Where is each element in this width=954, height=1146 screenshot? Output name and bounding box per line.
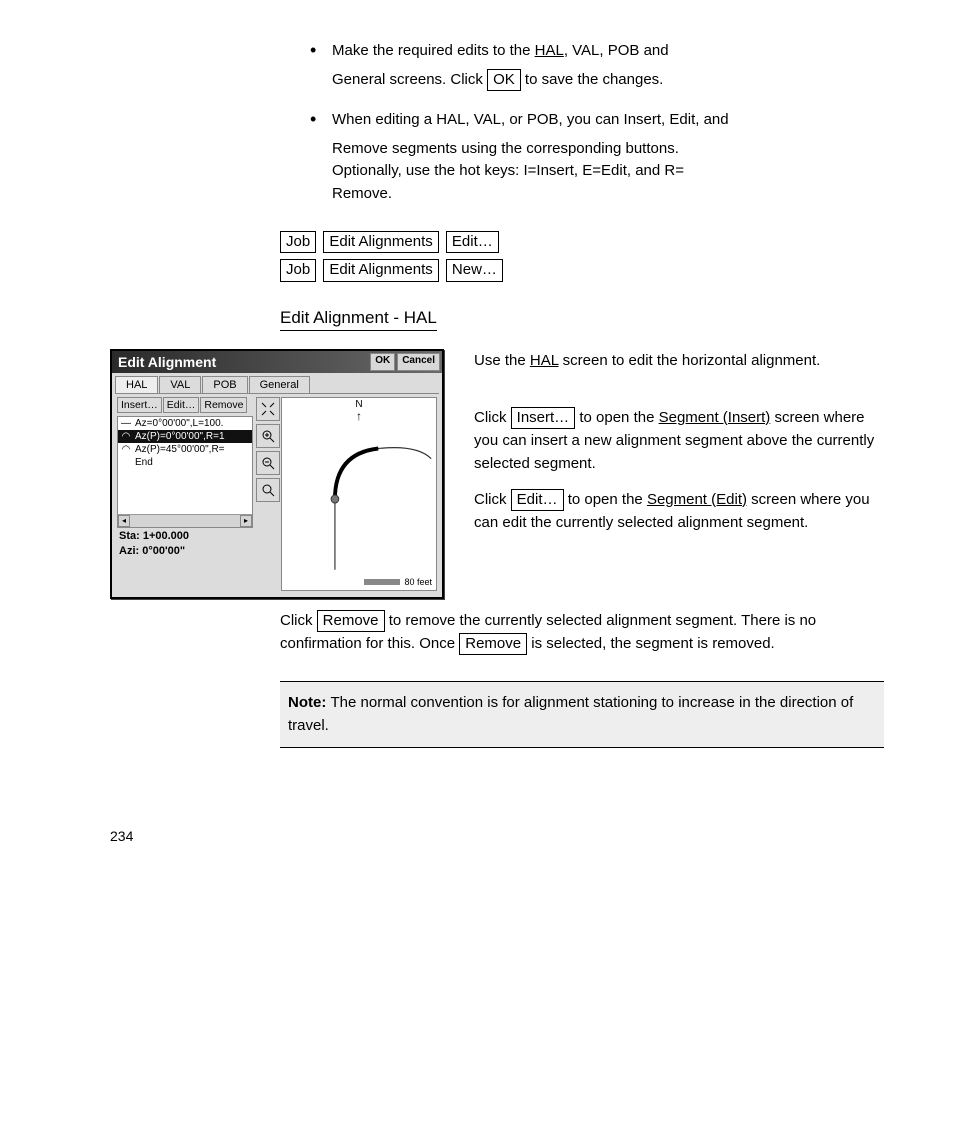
- remove-desc: Click Remove to remove the currently sel…: [280, 609, 884, 656]
- tab-general[interactable]: General: [249, 376, 310, 393]
- segment-edit-link[interactable]: Segment (Edit): [647, 491, 747, 508]
- path-job-1: Job: [280, 231, 316, 253]
- tab-pob[interactable]: POB: [202, 376, 247, 393]
- segment-insert-link[interactable]: Segment (Insert): [659, 409, 771, 426]
- remove-ref-button-1: Remove: [317, 610, 385, 632]
- dialog-insert-button[interactable]: Insert…: [117, 397, 162, 413]
- insert-ref-button: Insert…: [511, 407, 576, 429]
- path-new-2: New…: [446, 259, 503, 281]
- hal-link[interactable]: HAL: [535, 42, 564, 59]
- dialog-remove-button[interactable]: Remove: [200, 397, 247, 413]
- ok-ref-button: OK: [487, 69, 521, 91]
- dialog-edit-button[interactable]: Edit…: [163, 397, 200, 413]
- edit-desc: Click Edit… to open the Segment (Edit) s…: [474, 488, 884, 535]
- scale-indicator: 80 feet: [364, 577, 432, 587]
- list-scrollbar[interactable]: ◂ ▸: [118, 514, 252, 527]
- list-item[interactable]: End: [118, 456, 252, 469]
- path-editalign-1: Edit Alignments: [323, 231, 438, 253]
- zoom-extents-icon[interactable]: [256, 397, 280, 421]
- list-item[interactable]: ◠Az(P)=45°00'00",R=: [118, 443, 252, 456]
- edit-ref-button: Edit…: [511, 489, 564, 511]
- status-sta: Sta: 1+00.000: [117, 530, 253, 544]
- scroll-left-icon[interactable]: ◂: [118, 515, 130, 527]
- remove-ref-button-2: Remove: [459, 633, 527, 655]
- page-number: 234: [110, 828, 884, 844]
- tab-hal[interactable]: HAL: [115, 376, 158, 393]
- section-heading: Edit Alignment - HAL: [280, 308, 884, 331]
- zoom-out-icon[interactable]: [256, 451, 280, 475]
- dialog-ok-button[interactable]: OK: [370, 353, 395, 371]
- bullet-2-line3: Optionally, use the hot keys: I=Insert, …: [332, 160, 884, 183]
- bullet-1-text: Make the required edits to the HAL, VAL,…: [332, 40, 884, 63]
- bullet-1-cont: General screens. Click OK to save the ch…: [332, 69, 884, 92]
- bullet-2-line2: Remove segments using the corresponding …: [332, 138, 884, 161]
- tab-val[interactable]: VAL: [159, 376, 201, 393]
- bullet-2-text: When editing a HAL, VAL, or POB, you can…: [332, 109, 884, 132]
- hal-screen-link[interactable]: HAL: [530, 352, 559, 369]
- insert-desc: Click Insert… to open the Segment (Inser…: [474, 406, 884, 476]
- list-item[interactable]: —Az=0°00'00",L=100.: [118, 417, 252, 430]
- dialog-title: Edit Alignment: [118, 354, 216, 370]
- dialog-cancel-button[interactable]: Cancel: [397, 353, 440, 371]
- status-azi: Azi: 0°00'00": [117, 545, 253, 559]
- intro-text: Use the HAL screen to edit the horizonta…: [474, 349, 884, 372]
- note-box: Note: The normal convention is for align…: [280, 681, 884, 748]
- scroll-right-icon[interactable]: ▸: [240, 515, 252, 527]
- path-edit-1: Edit…: [446, 231, 499, 253]
- zoom-in-icon[interactable]: [256, 424, 280, 448]
- bullet-2-line4: Remove.: [332, 183, 884, 206]
- note-label: Note:: [288, 694, 331, 711]
- edit-alignment-dialog: Edit Alignment OK Cancel HAL VAL POB Gen…: [110, 349, 444, 599]
- list-item[interactable]: ◠Az(P)=0°00'00",R=1: [118, 430, 252, 443]
- segment-list[interactable]: —Az=0°00'00",L=100. ◠Az(P)=0°00'00",R=1 …: [117, 416, 253, 528]
- bullet-icon: •: [310, 109, 332, 132]
- bullet-icon: •: [310, 40, 332, 63]
- path-job-2: Job: [280, 259, 316, 281]
- zoom-window-icon[interactable]: [256, 478, 280, 502]
- path-editalign-2: Edit Alignments: [323, 259, 438, 281]
- alignment-preview: N ↑ 80 feet: [281, 397, 437, 591]
